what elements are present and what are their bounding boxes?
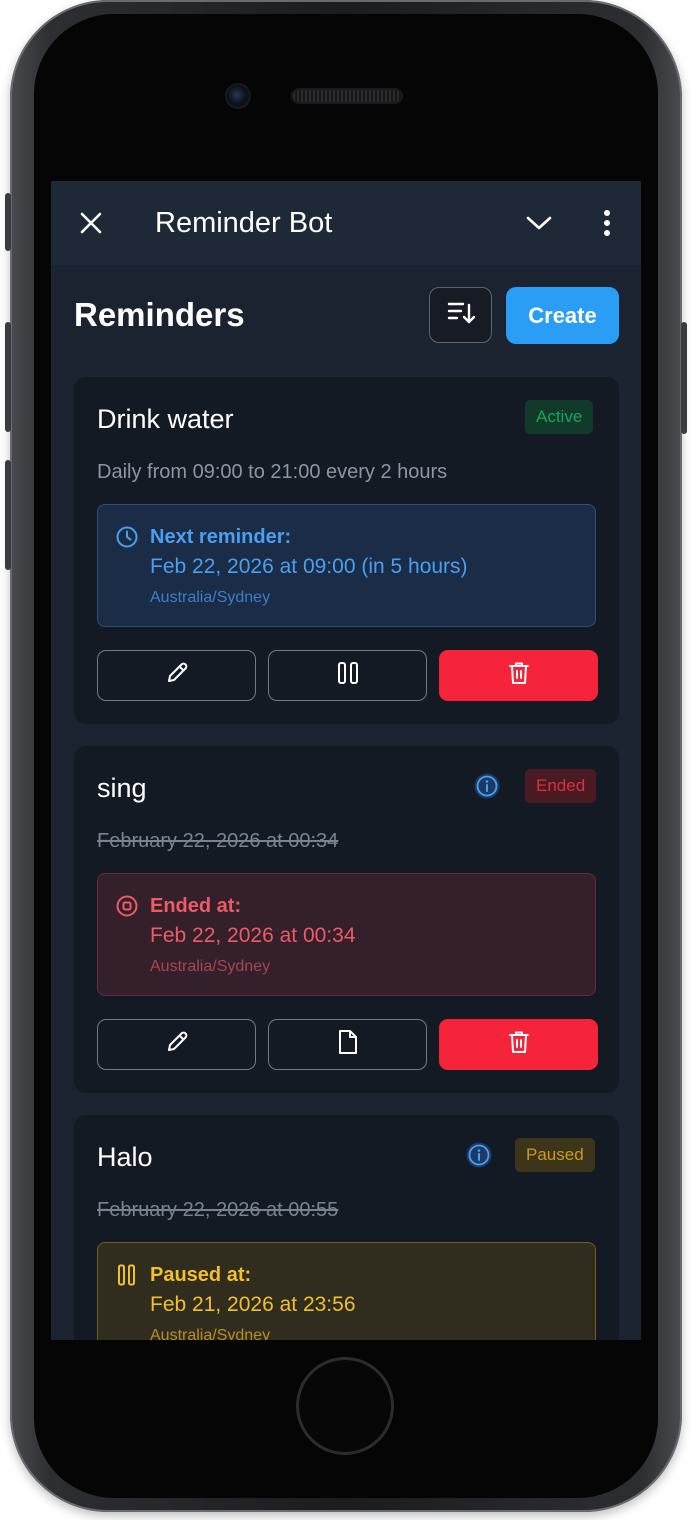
app-title: Reminder Bot — [155, 207, 333, 239]
earpiece-speaker — [293, 90, 401, 102]
reminder-card-halo[interactable]: Halo Paused February 22, 2026 at 00:55 P… — [74, 1115, 619, 1340]
create-button[interactable]: Create — [506, 287, 619, 344]
ended-at-time: Feb 22, 2026 at 00:34 — [150, 924, 356, 947]
chevron-down-icon[interactable] — [519, 203, 559, 243]
info-icon[interactable] — [463, 1139, 495, 1171]
reminder-schedule: February 22, 2026 at 00:55 — [97, 1199, 339, 1221]
app-screen: Reminder Bot Reminders Create Drink wate… — [51, 181, 641, 1340]
reminder-schedule: Daily from 09:00 to 21:00 every 2 hours — [97, 461, 448, 483]
timezone-label: Australia/Sydney — [150, 1327, 271, 1340]
status-badge-paused: Paused — [515, 1138, 595, 1172]
pause-button[interactable] — [268, 650, 427, 701]
reminder-name: Drink water — [97, 404, 234, 434]
edit-icon — [164, 660, 190, 691]
edit-button[interactable] — [97, 1019, 256, 1070]
more-vertical-icon[interactable] — [587, 203, 627, 243]
trash-icon — [508, 1030, 530, 1059]
next-reminder-label: Next reminder: — [150, 526, 292, 548]
info-icon[interactable] — [471, 770, 503, 802]
status-badge-active: Active — [525, 400, 594, 434]
delete-button[interactable] — [439, 650, 598, 701]
paused-at-panel: Paused at: Feb 21, 2026 at 23:56 Austral… — [97, 1242, 596, 1340]
sort-icon — [447, 300, 475, 331]
details-button[interactable] — [268, 1019, 427, 1070]
reminders-list-view: Reminders Create Drink water Active Dail… — [51, 265, 641, 1340]
app-topbar: Reminder Bot — [51, 181, 641, 265]
timezone-label: Australia/Sydney — [150, 958, 271, 975]
document-icon — [337, 1029, 359, 1060]
close-icon[interactable] — [71, 203, 111, 243]
front-camera — [227, 85, 249, 107]
edit-icon — [164, 1029, 190, 1060]
mute-switch — [5, 193, 11, 251]
clock-icon — [115, 525, 139, 549]
stop-circle-icon — [115, 894, 139, 918]
trash-icon — [508, 661, 530, 690]
status-badge-ended: Ended — [525, 769, 597, 803]
timezone-label: Australia/Sydney — [150, 589, 271, 606]
reminder-card-drink-water[interactable]: Drink water Active Daily from 09:00 to 2… — [74, 377, 619, 724]
ended-at-label: Ended at: — [150, 895, 242, 917]
reminder-schedule: February 22, 2026 at 00:34 — [97, 830, 339, 852]
paused-at-label: Paused at: — [150, 1264, 252, 1286]
pause-icon — [337, 661, 359, 690]
power-button — [681, 322, 687, 434]
reminder-card-sing[interactable]: sing Ended February 22, 2026 at 00:34 En… — [74, 746, 619, 1093]
ended-at-panel: Ended at: Feb 22, 2026 at 00:34 Australi… — [97, 873, 596, 996]
volume-up-button — [5, 322, 11, 432]
edit-button[interactable] — [97, 650, 256, 701]
next-reminder-time: Feb 22, 2026 at 09:00 (in 5 hours) — [150, 555, 468, 578]
page-title: Reminders — [74, 296, 245, 333]
volume-down-button — [5, 460, 11, 570]
reminder-name: Halo — [97, 1142, 153, 1172]
sort-button[interactable] — [429, 287, 492, 343]
next-reminder-panel: Next reminder: Feb 22, 2026 at 09:00 (in… — [97, 504, 596, 627]
delete-button[interactable] — [439, 1019, 598, 1070]
pause-icon — [115, 1263, 139, 1287]
paused-at-time: Feb 21, 2026 at 23:56 — [150, 1293, 356, 1316]
reminder-name: sing — [97, 773, 147, 803]
home-button[interactable] — [296, 1357, 394, 1455]
